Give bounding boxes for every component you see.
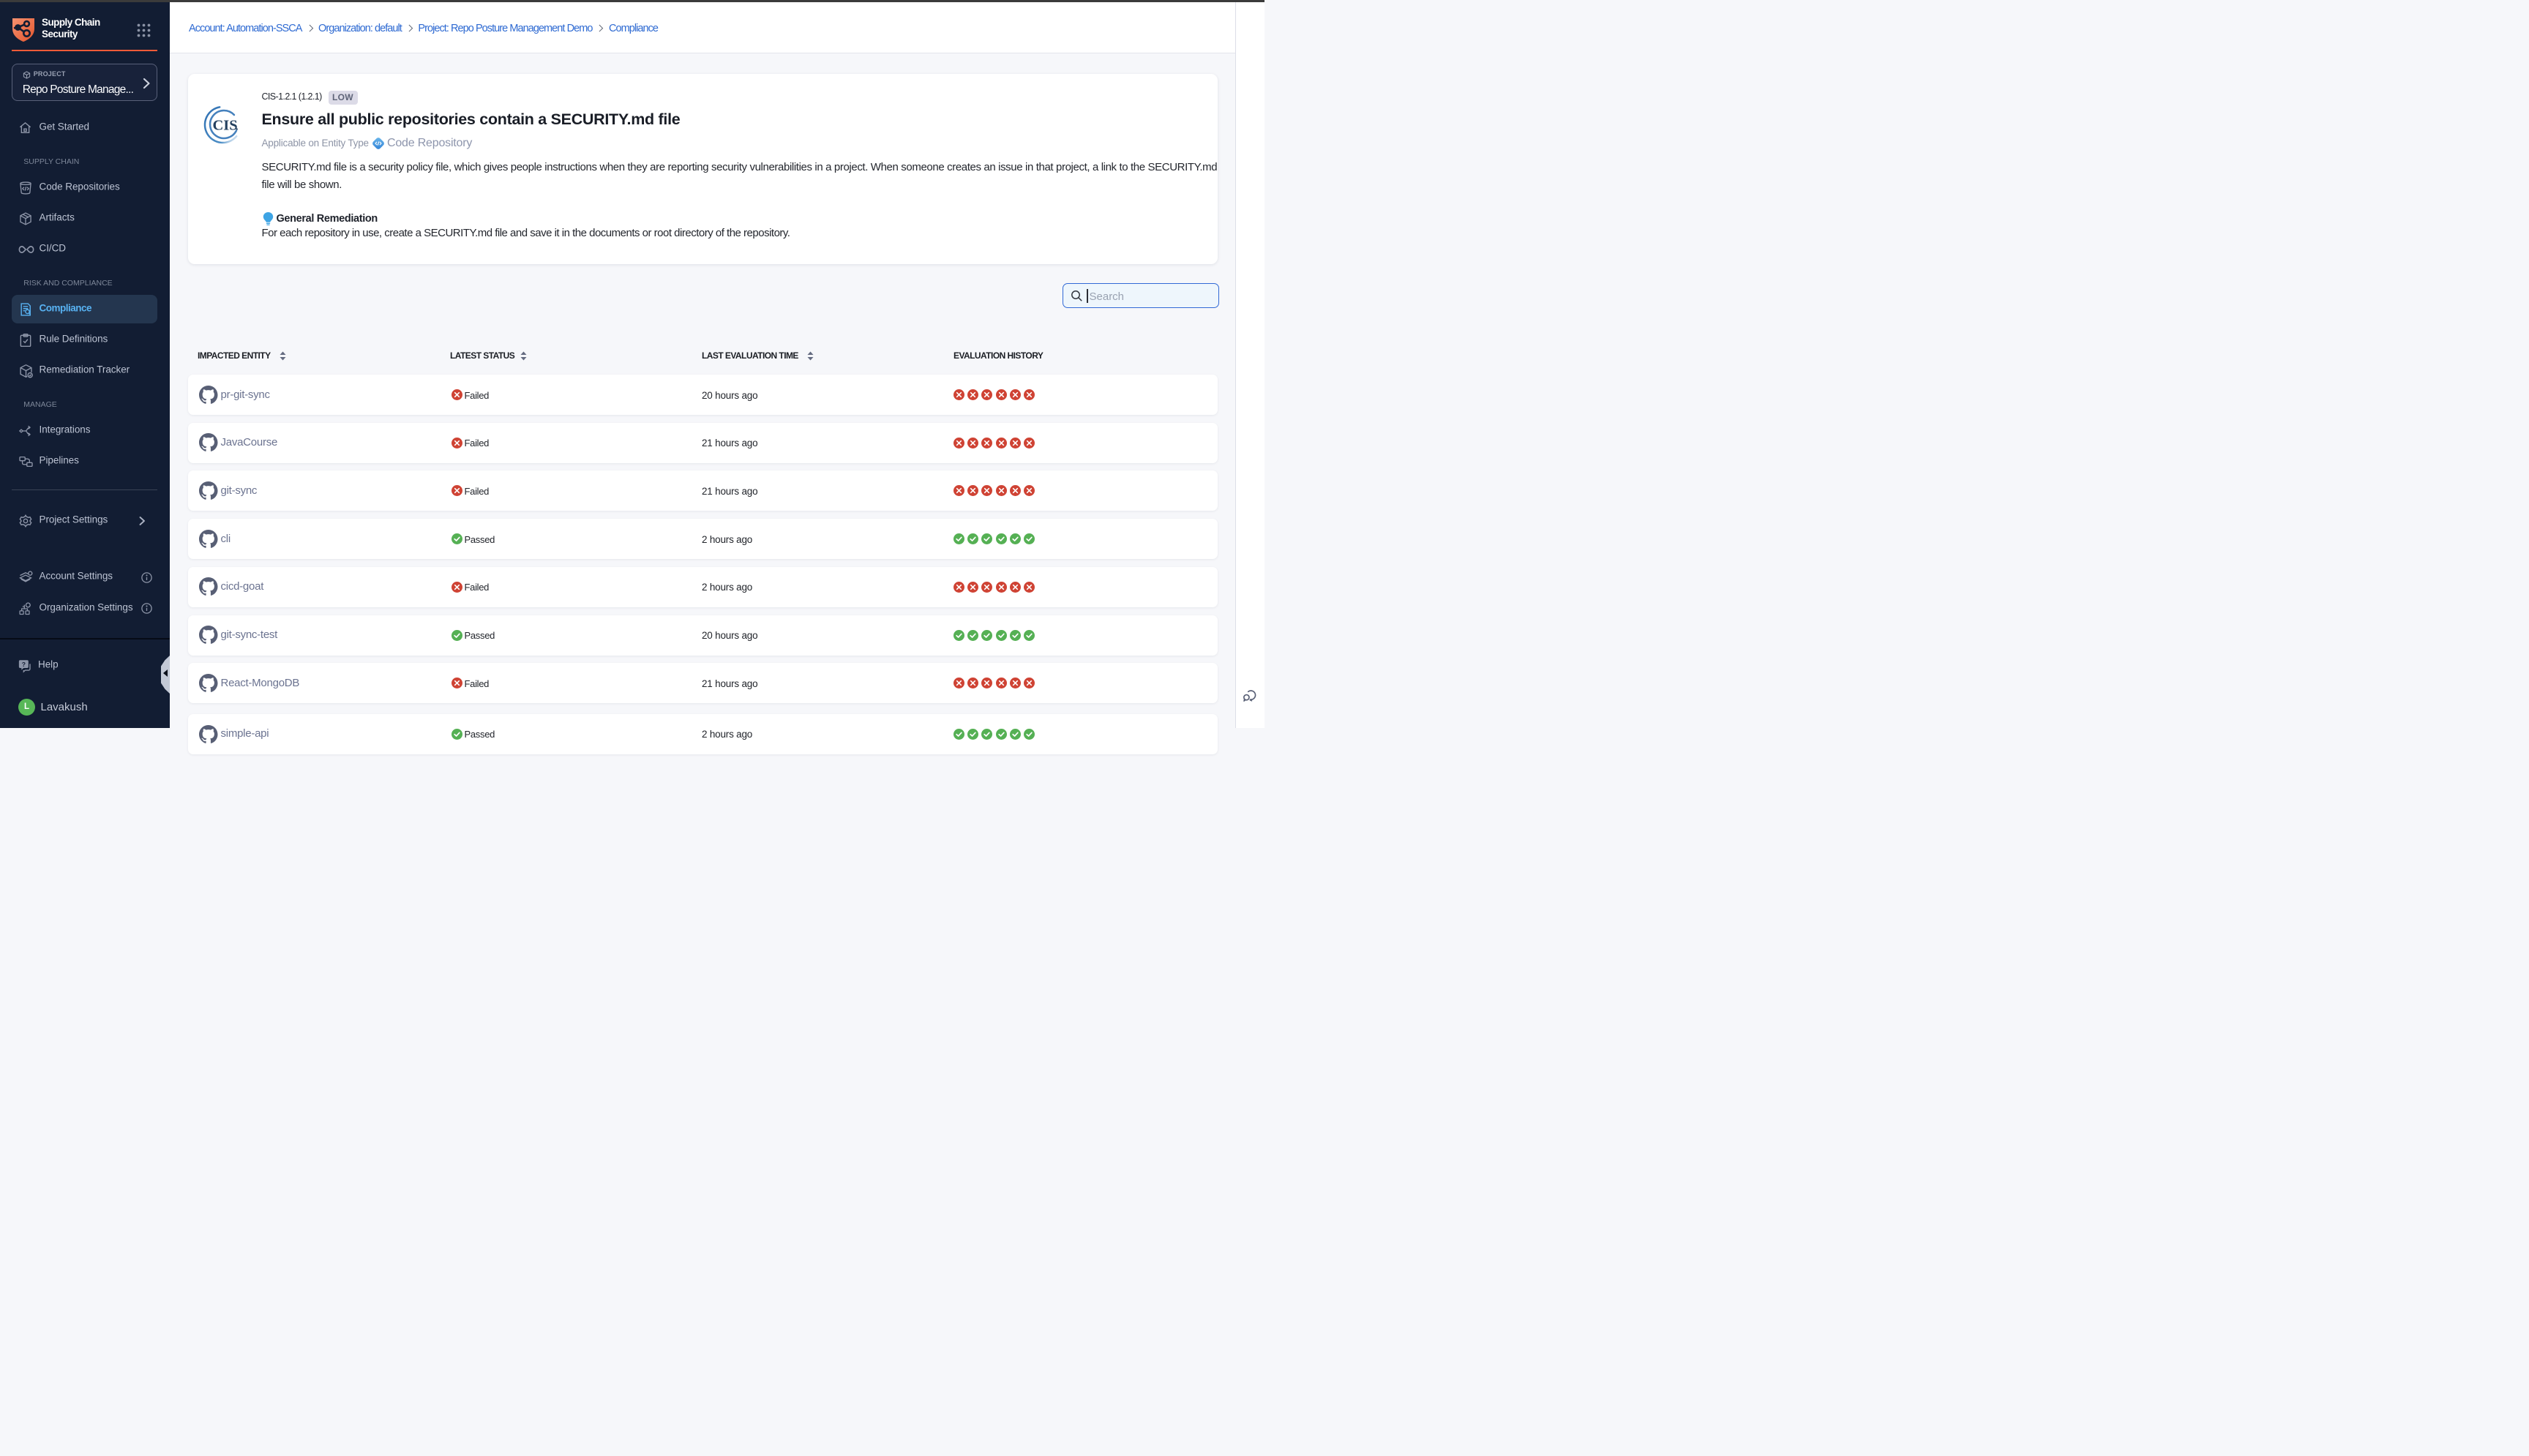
svg-text:CIS: CIS [212,117,237,133]
svg-text:?: ? [22,661,26,668]
